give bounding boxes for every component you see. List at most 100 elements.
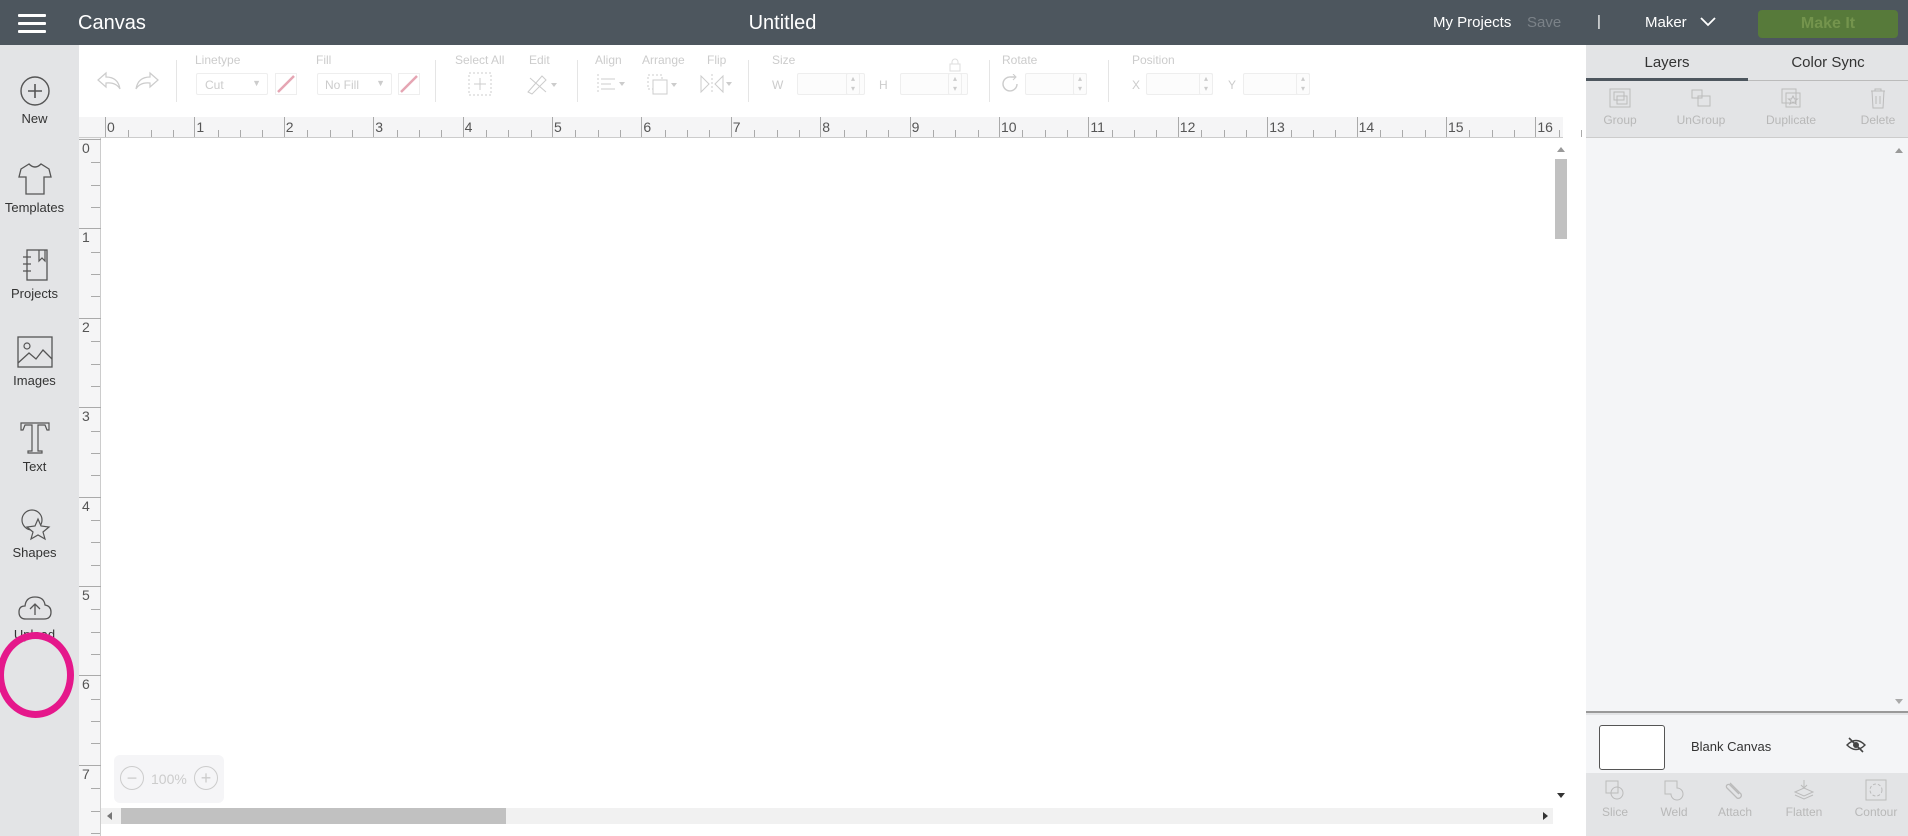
zoom-out-button[interactable]: − <box>120 766 144 790</box>
position-x-stepper[interactable]: ▴ ▾ <box>1199 73 1213 95</box>
linetype-color-swatch[interactable] <box>275 73 297 95</box>
fill-color-swatch[interactable] <box>398 73 420 95</box>
ruler-minor-tick <box>441 130 443 137</box>
scroll-thumb[interactable] <box>1555 159 1567 239</box>
save-button[interactable]: Save <box>1527 14 1561 31</box>
layer-name: Blank Canvas <box>1691 739 1772 754</box>
sidebar-label: New <box>21 111 48 126</box>
canvas-horizontal-scrollbar[interactable] <box>101 808 1553 824</box>
edit-toolbar: Linetype Cut ▼ Fill No Fill ▼ Select All… <box>79 45 1586 117</box>
cloud-upload-icon <box>17 596 52 620</box>
linetype-select[interactable]: Cut ▼ <box>196 73 268 95</box>
edit-tools-icon[interactable] <box>525 72 559 96</box>
machine-select[interactable]: Maker <box>1645 14 1716 31</box>
ruler-label: 7 <box>82 765 90 782</box>
lock-icon[interactable] <box>948 58 962 72</box>
arrange-label: Arrange <box>642 53 685 67</box>
design-canvas[interactable] <box>101 139 1553 809</box>
ungroup-button[interactable]: UnGroup <box>1668 87 1734 127</box>
ruler-minor-tick <box>1514 130 1516 137</box>
redo-icon[interactable] <box>134 71 160 91</box>
visibility-hidden-icon[interactable] <box>1846 737 1866 753</box>
divider <box>1108 60 1109 102</box>
ruler-minor-tick <box>1424 130 1426 137</box>
attach-button[interactable]: Attach <box>1704 779 1766 819</box>
height-label: H <box>879 78 888 92</box>
layer-actions: Slice Weld Attach Flatten Contour <box>1586 773 1908 836</box>
group-button[interactable]: Group <box>1590 87 1650 127</box>
arrange-icon[interactable] <box>646 73 680 97</box>
weld-button[interactable]: Weld <box>1644 779 1704 819</box>
scroll-down-arrow[interactable] <box>1895 699 1903 704</box>
slice-button[interactable]: Slice <box>1586 779 1644 819</box>
layers-panel: Layers Color Sync Group UnGroup Duplicat… <box>1586 45 1908 836</box>
duplicate-button[interactable]: Duplicate <box>1756 87 1826 127</box>
divider <box>989 60 990 102</box>
ungroup-icon <box>1691 89 1711 107</box>
position-y-stepper[interactable]: ▴ ▾ <box>1296 73 1310 95</box>
ruler-label: 7 <box>732 119 741 135</box>
sidebar-item-text[interactable]: Text <box>0 421 69 501</box>
my-projects-link[interactable]: My Projects <box>1433 14 1511 31</box>
ruler-minor-tick <box>1201 130 1203 137</box>
align-icon[interactable] <box>596 73 628 95</box>
divider <box>577 60 578 102</box>
scroll-up-arrow[interactable] <box>1895 148 1903 153</box>
make-it-button[interactable]: Make It <box>1758 10 1898 38</box>
scroll-up-arrow[interactable] <box>1557 147 1565 152</box>
divider <box>435 60 436 102</box>
linetype-label: Linetype <box>195 53 241 67</box>
sidebar-item-shapes[interactable]: Shapes <box>0 507 69 587</box>
ruler-minor-tick <box>664 130 666 137</box>
ruler-minor-tick <box>1335 130 1337 137</box>
select-all-icon[interactable] <box>468 72 492 96</box>
ruler-minor-tick <box>843 130 845 137</box>
ruler-minor-tick <box>932 130 934 137</box>
flip-icon[interactable] <box>699 73 735 95</box>
ruler-minor-tick <box>262 130 264 137</box>
scroll-right-arrow[interactable] <box>1543 812 1548 820</box>
zoom-in-button[interactable]: + <box>194 766 218 790</box>
fill-select[interactable]: No Fill ▼ <box>317 73 392 95</box>
shapes-icon <box>20 509 50 541</box>
caret-down-icon: ▼ <box>252 78 261 88</box>
scroll-left-arrow[interactable] <box>107 812 112 820</box>
sidebar-label: Shapes <box>12 545 57 560</box>
scroll-down-arrow[interactable] <box>1557 793 1565 798</box>
ruler-minor-tick <box>1290 130 1292 137</box>
divider: | <box>1597 13 1601 30</box>
sidebar-item-templates[interactable]: Templates <box>0 162 69 242</box>
ruler-label: 10 <box>1001 119 1017 135</box>
layer-item-blank-canvas[interactable]: Blank Canvas <box>1586 715 1908 773</box>
ruler-minor-tick <box>687 130 689 137</box>
rotate-stepper[interactable]: ▴ ▾ <box>1073 73 1087 95</box>
width-stepper[interactable]: ▴ ▾ <box>846 73 860 95</box>
ruler-major-tick <box>1177 117 1179 137</box>
tab-layers[interactable]: Layers <box>1586 45 1748 81</box>
sidebar-item-images[interactable]: Images <box>0 335 69 415</box>
flatten-button[interactable]: Flatten <box>1772 779 1836 819</box>
hamburger-menu-icon[interactable] <box>18 14 46 34</box>
tab-color-sync[interactable]: Color Sync <box>1748 45 1908 81</box>
ruler-major-tick <box>1446 117 1447 137</box>
ruler-label: 11 <box>1090 119 1105 135</box>
paperclip-icon <box>1725 782 1742 799</box>
document-title[interactable]: Untitled <box>740 12 825 35</box>
delete-button[interactable]: Delete <box>1848 87 1908 127</box>
contour-button[interactable]: Contour <box>1844 779 1908 819</box>
canvas-vertical-scrollbar[interactable] <box>1553 139 1569 807</box>
ruler-label: 13 <box>1269 119 1285 135</box>
undo-icon[interactable] <box>96 71 122 91</box>
ruler-minor-tick <box>888 130 890 137</box>
scroll-thumb[interactable] <box>121 808 506 824</box>
ruler-minor-tick <box>217 130 219 137</box>
ruler-minor-tick <box>91 385 100 387</box>
ruler-major-tick <box>999 117 1000 137</box>
height-stepper[interactable]: ▴ ▾ <box>948 73 962 95</box>
sidebar-label: Templates <box>4 200 65 215</box>
ruler-major-tick <box>641 117 643 137</box>
sidebar-item-projects[interactable]: Projects <box>0 248 69 328</box>
ruler-minor-tick <box>530 130 532 137</box>
sidebar-item-new[interactable]: New <box>0 75 69 155</box>
ruler-label: 0 <box>82 140 90 156</box>
